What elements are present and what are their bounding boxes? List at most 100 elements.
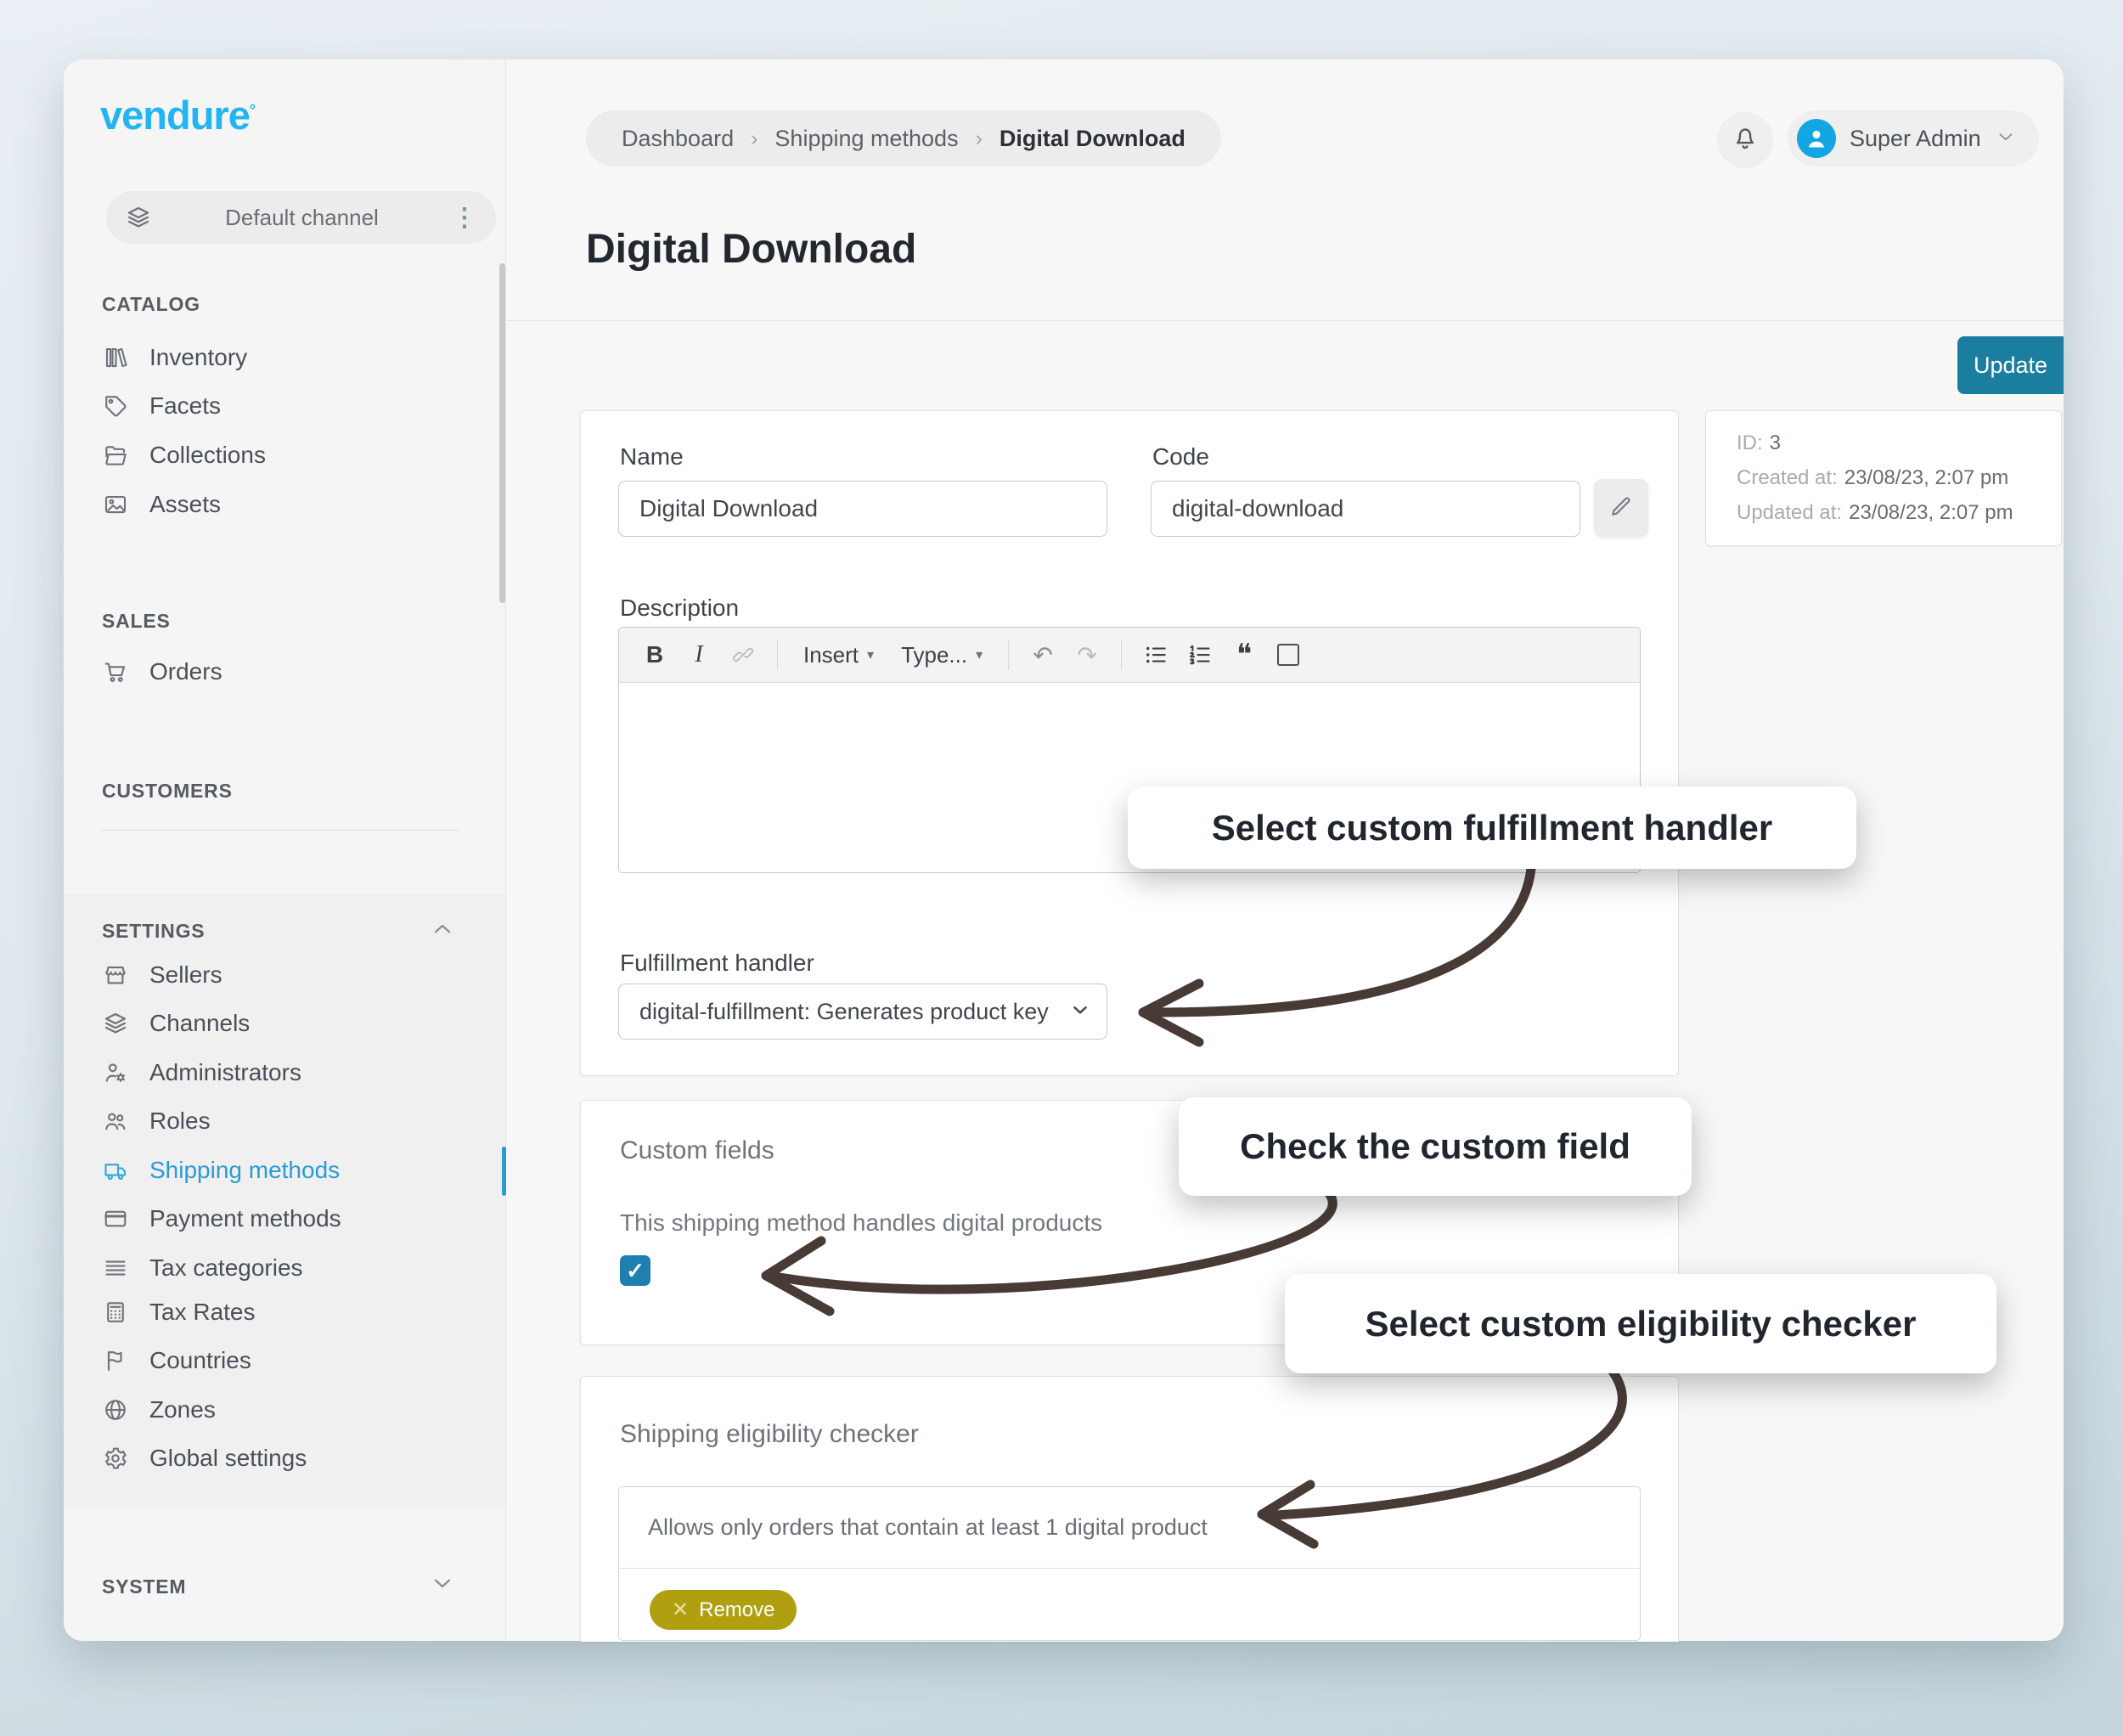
ordered-list-icon[interactable] <box>1181 634 1219 675</box>
logo-mark: ° <box>250 101 255 118</box>
custom-field-label: This shipping method handles digital pro… <box>620 1209 1102 1237</box>
sidebar-item-payment-methods[interactable]: Payment methods <box>102 1200 467 1237</box>
page: vendure° Default channel ⋮ CATALOG Inven… <box>0 0 2123 1736</box>
breadcrumb-shipping-methods[interactable]: Shipping methods <box>774 126 958 152</box>
custom-fields-title: Custom fields <box>620 1136 774 1165</box>
sidebar-item-shipping-methods[interactable]: Shipping methods <box>102 1152 467 1189</box>
cart-icon <box>102 658 129 685</box>
gear-icon <box>102 1445 129 1472</box>
chevron-up-icon[interactable] <box>429 916 456 943</box>
breadcrumb-dashboard[interactable]: Dashboard <box>622 126 734 152</box>
created-at-row: Created at:23/08/23, 2:07 pm <box>1737 466 2030 490</box>
name-input[interactable] <box>618 481 1107 537</box>
check-icon: ✓ <box>626 1258 645 1284</box>
callout-fulfillment-handler: Select custom fulfillment handler <box>1128 786 1856 869</box>
sidebar-item-tax-rates[interactable]: Tax Rates <box>102 1294 467 1331</box>
eligibility-title: Shipping eligibility checker <box>620 1420 919 1449</box>
sidebar-divider <box>102 830 459 831</box>
toolbar-divider <box>1121 640 1122 670</box>
store-icon <box>102 961 129 989</box>
update-button[interactable]: Update <box>1957 336 2064 394</box>
description-label: Description <box>620 595 739 622</box>
sidebar-item-zones[interactable]: Zones <box>102 1391 467 1429</box>
remove-checker-button[interactable]: ✕ Remove <box>650 1590 797 1630</box>
sidebar-item-collections[interactable]: Collections <box>102 437 467 474</box>
type-menu[interactable]: Type...▾ <box>891 634 993 675</box>
callout-custom-field: Check the custom field <box>1179 1097 1692 1196</box>
sidebar-scrollbar[interactable] <box>499 263 505 603</box>
sidebar-item-facets[interactable]: Facets <box>102 387 467 425</box>
section-sales: SALES <box>102 610 171 633</box>
notifications-button[interactable] <box>1717 112 1773 168</box>
fulfillment-handler-value: digital-fulfillment: Generates product k… <box>639 999 1061 1025</box>
toolbar-divider <box>1008 640 1009 670</box>
breadcrumb-separator-icon: › <box>751 127 757 151</box>
layers-icon <box>125 204 152 231</box>
sidebar-item-assets[interactable]: Assets <box>102 486 467 523</box>
italic-button[interactable]: I <box>680 634 718 675</box>
channel-label: Default channel <box>152 205 452 231</box>
active-nav-indicator <box>502 1147 506 1196</box>
section-catalog: CATALOG <box>102 293 200 316</box>
caret-down-icon: ▾ <box>976 646 983 663</box>
eligibility-box-divider <box>619 1568 1640 1569</box>
breadcrumb: Dashboard › Shipping methods › Digital D… <box>586 110 1221 166</box>
redo-icon[interactable]: ↷ <box>1068 634 1106 675</box>
sidebar-item-orders[interactable]: Orders <box>102 653 467 690</box>
link-icon[interactable] <box>724 634 762 675</box>
users-icon <box>102 1108 129 1135</box>
sidebar-item-tax-categories[interactable]: Tax categories <box>102 1249 467 1287</box>
square-icon[interactable] <box>1270 634 1307 675</box>
sidebar-item-global-settings[interactable]: Global settings <box>102 1440 467 1477</box>
digital-products-checkbox[interactable]: ✓ <box>620 1255 650 1286</box>
edit-code-button[interactable] <box>1594 479 1648 537</box>
section-system: SYSTEM <box>102 1575 186 1598</box>
image-icon <box>102 491 129 518</box>
bell-icon <box>1731 124 1760 157</box>
breadcrumb-current: Digital Download <box>1000 126 1185 152</box>
folder-icon <box>102 442 129 469</box>
close-icon: ✕ <box>672 1598 689 1622</box>
channel-switcher[interactable]: Default channel ⋮ <box>106 191 496 244</box>
globe-icon <box>102 1396 129 1423</box>
bold-button[interactable]: B <box>636 634 673 675</box>
chevron-down-icon <box>1069 999 1091 1025</box>
updated-at-row: Updated at:23/08/23, 2:07 pm <box>1737 501 2030 525</box>
sidebar-item-administrators[interactable]: Administrators <box>102 1054 467 1091</box>
callout-eligibility-checker: Select custom eligibility checker <box>1285 1274 1996 1373</box>
entity-info-panel: ID:3 Created at:23/08/23, 2:07 pm Update… <box>1705 410 2062 546</box>
page-title: Digital Download <box>586 226 916 273</box>
code-label: Code <box>1152 443 1209 471</box>
code-input[interactable] <box>1151 481 1580 537</box>
blockquote-icon[interactable]: ❝ <box>1225 634 1263 675</box>
bullet-list-icon[interactable] <box>1137 634 1174 675</box>
toolbar-divider <box>777 640 778 670</box>
admin-icon <box>102 1059 129 1086</box>
sidebar-item-inventory[interactable]: Inventory <box>102 339 467 376</box>
header-divider <box>506 320 2064 321</box>
avatar <box>1797 119 1836 158</box>
section-customers: CUSTOMERS <box>102 780 233 803</box>
section-settings: SETTINGS <box>102 920 205 943</box>
sidebar-item-roles[interactable]: Roles <box>102 1102 467 1140</box>
insert-menu[interactable]: Insert▾ <box>793 634 884 675</box>
chevron-down-icon <box>1995 126 2017 152</box>
name-label: Name <box>620 443 684 471</box>
pencil-icon <box>1608 493 1634 523</box>
credit-card-icon <box>102 1205 129 1232</box>
user-name: Super Admin <box>1850 126 1981 152</box>
calculator-icon <box>102 1299 129 1326</box>
user-menu[interactable]: Super Admin <box>1788 110 2039 166</box>
eligibility-checker-box: Allows only orders that contain at least… <box>618 1486 1641 1641</box>
book-icon <box>102 344 129 371</box>
fulfillment-handler-select[interactable]: digital-fulfillment: Generates product k… <box>618 984 1107 1040</box>
sidebar-item-sellers[interactable]: Sellers <box>102 956 467 994</box>
flag-icon <box>102 1347 129 1374</box>
truck-icon <box>102 1157 129 1184</box>
chevron-down-icon[interactable] <box>429 1570 456 1597</box>
kebab-menu-icon[interactable]: ⋮ <box>452 203 477 233</box>
caret-down-icon: ▾ <box>867 646 874 663</box>
sidebar-item-channels[interactable]: Channels <box>102 1005 467 1042</box>
undo-icon[interactable]: ↶ <box>1024 634 1062 675</box>
sidebar-item-countries[interactable]: Countries <box>102 1342 467 1379</box>
